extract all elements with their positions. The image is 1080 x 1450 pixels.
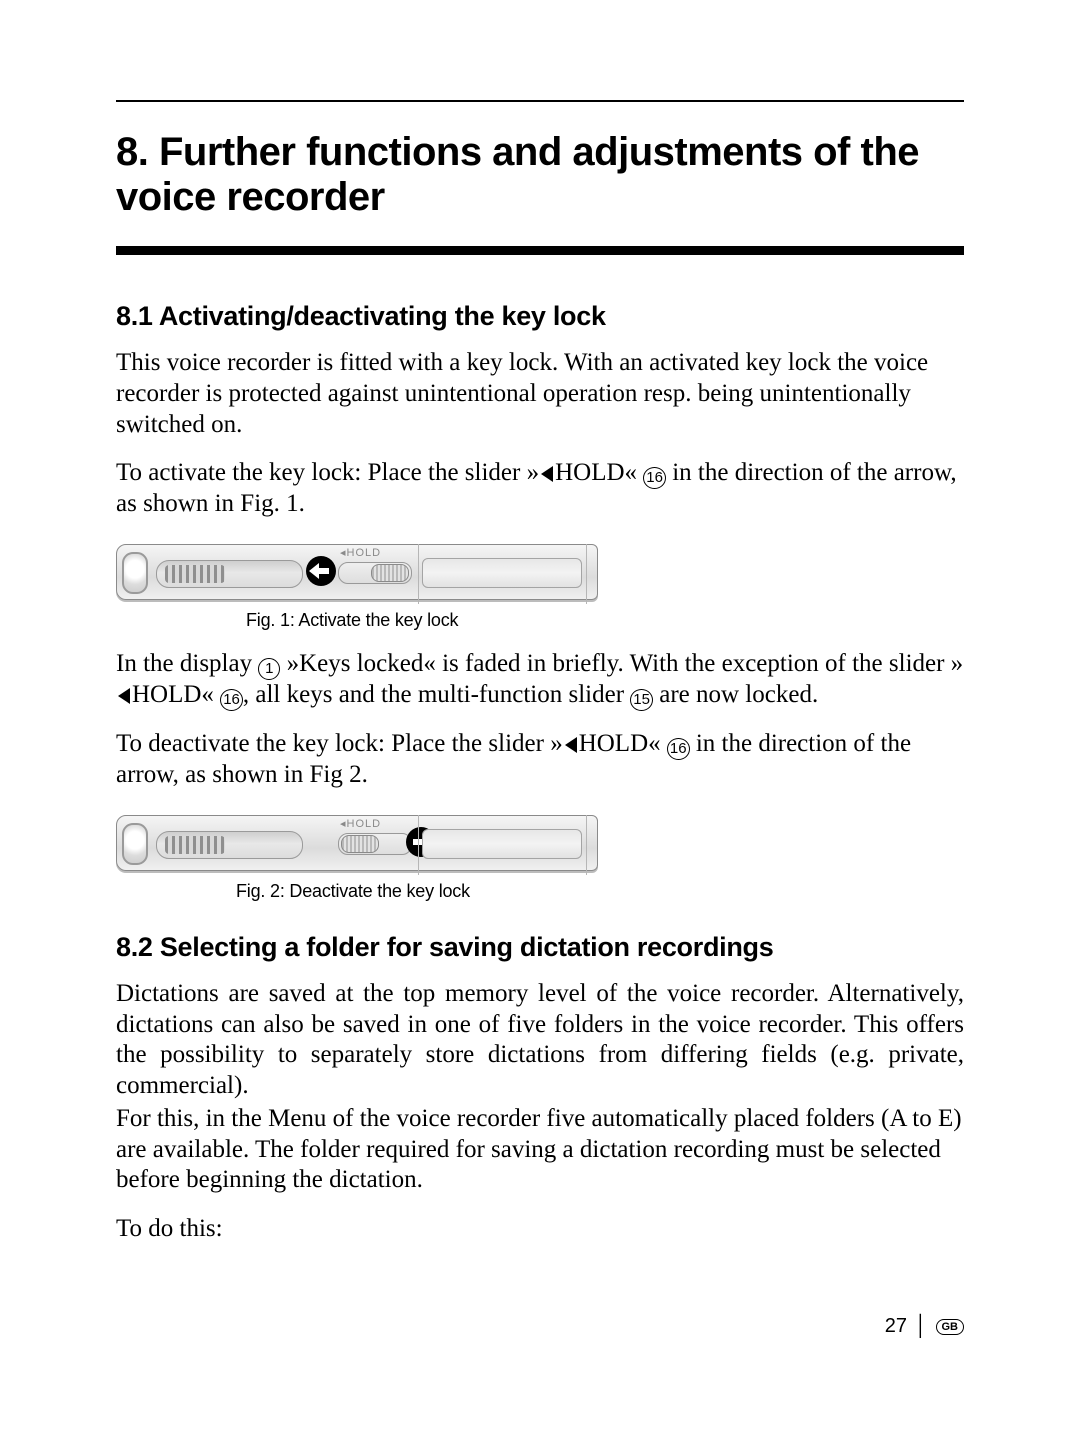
paragraph: This voice recorder is fitted with a key…	[116, 348, 964, 440]
section-8-2-title: 8.2 Selecting a folder for saving dictat…	[116, 932, 964, 963]
paragraph: To activate the key lock: Place the slid…	[116, 458, 964, 520]
figure-2-caption: Fig. 2: Deactivate the key lock	[236, 881, 964, 902]
callout-16: 16	[220, 689, 243, 711]
manual-page: 8. Further functions and adjustments of …	[0, 0, 1080, 1450]
paragraph: In the display 1 »Keys locked« is faded …	[116, 649, 964, 711]
text: HOLD«	[555, 459, 643, 486]
text: In the display	[116, 650, 258, 677]
text: »Keys locked« is faded in briefly. With …	[280, 650, 963, 677]
chapter-rule	[116, 246, 964, 255]
figure-1-caption: Fig. 1: Activate the key lock	[246, 610, 964, 631]
text: HOLD«	[132, 681, 220, 708]
callout-1: 1	[258, 658, 280, 680]
top-rule	[116, 100, 964, 102]
text: To deactivate the key lock: Place the sl…	[116, 730, 563, 757]
chapter-title: 8. Further functions and adjustments of …	[116, 130, 964, 220]
hold-label: ◂HOLD	[340, 546, 381, 559]
paragraph: To do this:	[116, 1214, 964, 1245]
section-8-1-title: 8.1 Activating/deactivating the key lock	[116, 301, 964, 332]
callout-16: 16	[667, 738, 690, 760]
callout-15: 15	[630, 689, 653, 711]
callout-16: 16	[643, 467, 666, 489]
triangle-left-icon	[541, 466, 553, 482]
paragraph: For this, in the Menu of the voice recor…	[116, 1104, 964, 1196]
text: To activate the key lock: Place the slid…	[116, 459, 539, 486]
page-footer: 27 │ GB	[885, 1315, 964, 1338]
figure-2: ◂HOLD	[116, 809, 964, 875]
footer-separator: │	[915, 1315, 928, 1338]
device-illustration: ◂HOLD	[116, 538, 596, 604]
paragraph: To deactivate the key lock: Place the sl…	[116, 729, 964, 791]
triangle-left-icon	[118, 688, 130, 704]
device-illustration: ◂HOLD	[116, 809, 596, 875]
text: are now locked.	[653, 681, 818, 708]
text: , all keys and the multi-function slider	[243, 681, 630, 708]
language-badge: GB	[936, 1319, 965, 1335]
triangle-left-icon	[565, 737, 577, 753]
arrow-left-icon	[306, 556, 336, 586]
hold-label: ◂HOLD	[340, 817, 381, 830]
page-number: 27	[885, 1315, 907, 1338]
text: HOLD«	[579, 730, 667, 757]
figure-1: ◂HOLD	[116, 538, 964, 604]
paragraph: Dictations are saved at the top memory l…	[116, 979, 964, 1102]
